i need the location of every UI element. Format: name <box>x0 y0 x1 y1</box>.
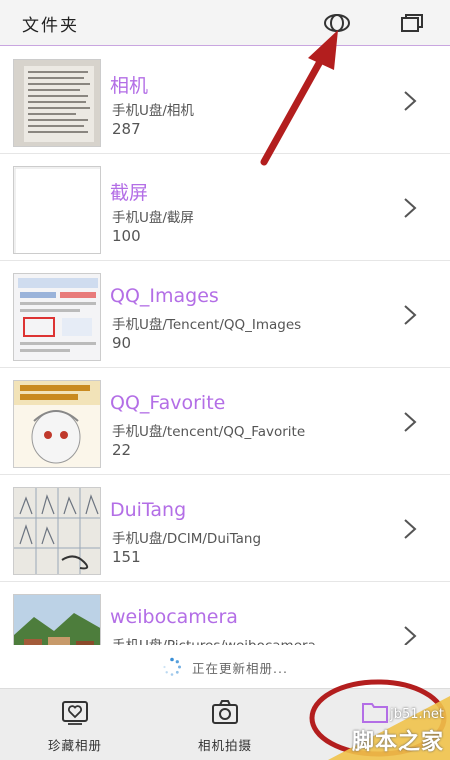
view-toggle-button[interactable] <box>323 10 351 36</box>
album-name: DuiTang <box>110 499 187 521</box>
album-name: 截屏 <box>110 182 149 204</box>
album-count: 287 <box>112 120 141 138</box>
album-thumbnail <box>13 59 101 147</box>
album-row-duitang[interactable]: DuiTang 手机U盘/DCIM/DuiTang 151 <box>0 475 450 582</box>
chevron-right-icon <box>404 91 417 111</box>
chevron-right-icon <box>404 305 417 325</box>
multi-window-button[interactable] <box>398 10 426 36</box>
album-row-qq-favorite[interactable]: QQ_Favorite 手机U盘/tencent/QQ_Favorite 22 <box>0 368 450 475</box>
tab-favorites[interactable]: 珍藏相册 <box>0 689 150 760</box>
album-row-weibocamera[interactable]: weibocamera 手机U盘/Pictures/weibocamera <box>0 582 450 645</box>
album-count: 22 <box>112 441 132 459</box>
page-title: 文件夹 <box>22 16 79 36</box>
chevron-right-icon <box>404 519 417 539</box>
album-thumbnail <box>13 380 101 468</box>
album-list[interactable]: 相机 手机U盘/相机 287 截屏 手机U盘/截屏 100 QQ_Images … <box>0 47 450 645</box>
album-row-qq-images[interactable]: QQ_Images 手机U盘/Tencent/QQ_Images 90 <box>0 261 450 368</box>
album-name: QQ_Favorite <box>110 392 226 414</box>
eye-icon <box>324 14 350 32</box>
watermark-name: 脚本之家 <box>351 730 444 755</box>
album-path: 手机U盘/Pictures/weibocamera <box>112 634 316 645</box>
album-count: 100 <box>112 227 141 245</box>
album-name: 相机 <box>110 75 149 97</box>
chevron-right-icon <box>404 198 417 218</box>
album-thumbnail <box>13 594 101 645</box>
tab-label: 珍藏相册 <box>47 738 102 753</box>
album-path: 手机U盘/Tencent/QQ_Images <box>112 317 302 333</box>
heart-album-icon <box>62 701 88 725</box>
album-name: weibocamera <box>110 606 238 628</box>
status-text: 正在更新相册... <box>192 660 288 676</box>
header-bar: 文件夹 <box>0 0 450 46</box>
album-row-camera[interactable]: 相机 手机U盘/相机 287 <box>0 47 450 154</box>
album-thumbnail <box>13 487 101 575</box>
watermark: jb51.net 脚本之家 <box>308 696 450 760</box>
tab-camera[interactable]: 相机拍摄 <box>150 689 300 760</box>
windows-icon <box>401 14 423 32</box>
watermark-site: jb51.net <box>390 707 444 722</box>
album-path: 手机U盘/相机 <box>112 103 194 119</box>
album-count: 90 <box>112 334 132 352</box>
tab-label: 相机拍摄 <box>197 738 252 753</box>
album-row-screenshots[interactable]: 截屏 手机U盘/截屏 100 <box>0 154 450 261</box>
album-name: QQ_Images <box>110 285 219 307</box>
album-thumbnail <box>13 166 101 254</box>
loading-spinner-icon <box>163 657 182 676</box>
album-path: 手机U盘/DCIM/DuiTang <box>112 531 262 547</box>
album-path: 手机U盘/tencent/QQ_Favorite <box>112 424 306 440</box>
camera-icon <box>212 700 238 724</box>
album-count: 151 <box>112 548 141 566</box>
album-thumbnail <box>13 273 101 361</box>
chevron-right-icon <box>404 626 417 645</box>
chevron-right-icon <box>404 412 417 432</box>
album-path: 手机U盘/截屏 <box>112 210 194 226</box>
update-status-bar: 正在更新相册... <box>0 646 450 688</box>
